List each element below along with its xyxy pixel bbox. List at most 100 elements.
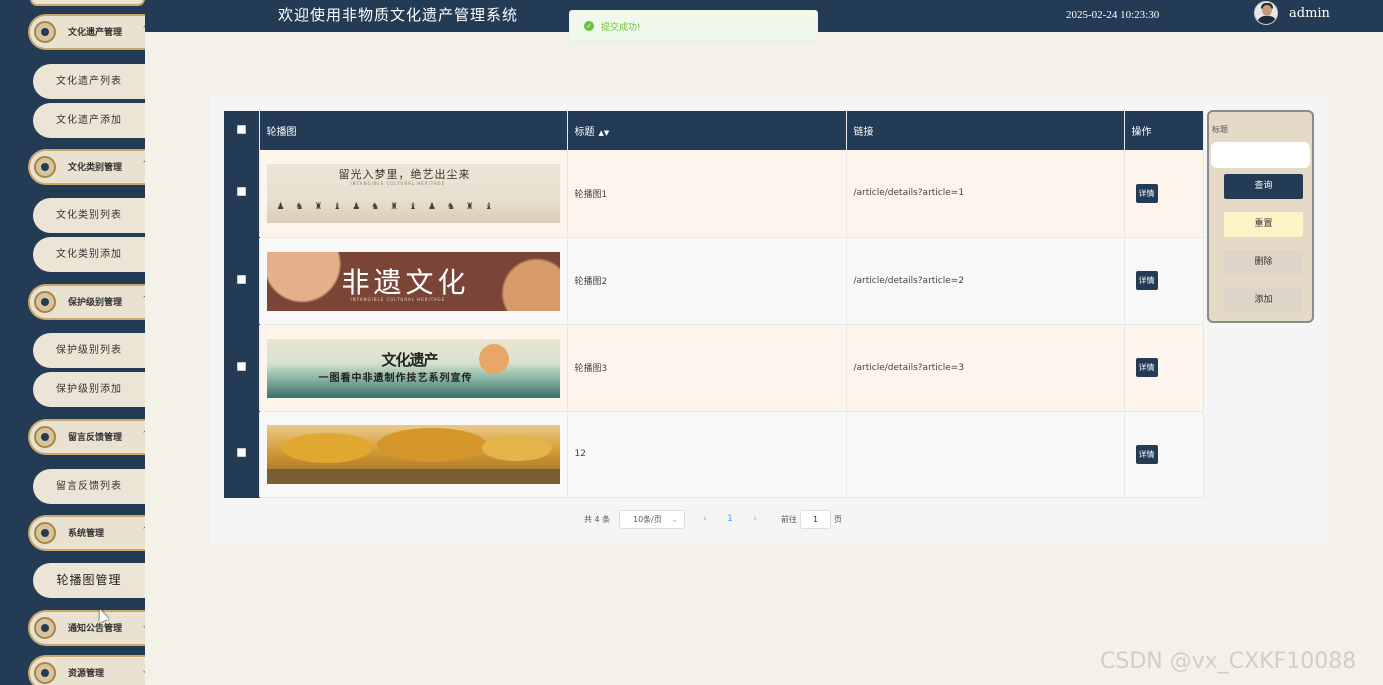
sidebar-group-notice[interactable]: 通知公告管理 ⌄ — [28, 610, 145, 646]
tree-shape — [481, 435, 552, 462]
link-cell: /article/details?article=2 — [846, 237, 1125, 325]
chevron-down-icon: ⌄ — [141, 666, 145, 676]
chevron-up-icon: ⌃ — [141, 430, 145, 440]
title-search-input[interactable] — [1211, 142, 1310, 168]
chevron-up-icon: ⌃ — [141, 25, 145, 35]
page-size-value: 10条/页 — [633, 515, 662, 524]
action-cell: 详情 — [1124, 150, 1204, 238]
chevron-down-icon: ⌄ — [141, 621, 145, 631]
search-label: 标题 — [1212, 125, 1228, 134]
pagination-total: 共 4 条 — [584, 515, 611, 524]
table-row: 文化遗产 一图看中非遗制作技艺系列宣传 轮播图3 /article/detail… — [224, 324, 1204, 412]
sidebar-item-protection-add[interactable]: 保护级别添加 — [33, 372, 145, 407]
title-cell: 轮播图3 — [567, 324, 847, 412]
chevron-up-icon: ⌃ — [141, 526, 145, 536]
sidebar-group-resource[interactable]: 资源管理 ⌄ — [28, 655, 145, 685]
row-checkbox[interactable] — [236, 448, 246, 458]
action-cell: 详情 — [1124, 237, 1204, 325]
sidebar-item-heritage-add[interactable]: 文化遗产添加 — [33, 103, 145, 138]
table-row: 12 详情 — [224, 411, 1204, 499]
sidebar-item-carousel[interactable]: 轮播图管理 — [33, 563, 145, 598]
banner-text: 留光入梦里，绝艺出尘来 — [338, 168, 471, 182]
chevron-down-icon: ⌄ — [671, 515, 678, 524]
banner-image: 非遗文化 INTANGIBLE CULTURAL HERITAGE — [266, 251, 560, 311]
title-cell: 轮播图1 — [567, 150, 847, 238]
sidebar: 文化遗产管理 ⌃ 文化遗产列表 文化遗产添加 文化类别管理 ⌃ 文化类别列表 文… — [0, 0, 145, 685]
page-title: 欢迎使用非物质文化遗产管理系统 — [278, 6, 519, 24]
banner-subtext: 一图看中非遗制作技艺系列宣传 — [318, 372, 473, 384]
sidebar-group-protection[interactable]: 保护级别管理 ⌃ — [28, 284, 145, 320]
cloud-ornament-icon — [34, 662, 56, 684]
page-size-select[interactable]: 10条/页 ⌄ — [619, 510, 685, 529]
watermark: CSDN @vx_CXKF10088 — [1100, 649, 1357, 674]
ground-shape — [266, 469, 560, 485]
header-username[interactable]: admin — [1289, 6, 1330, 21]
link-cell — [846, 411, 1125, 499]
tree-shape — [376, 428, 487, 463]
row-checkbox-cell[interactable] — [224, 324, 260, 412]
pagination-page-suffix: 页 — [834, 515, 842, 524]
header-datetime: 2025-02-24 10:23:30 — [1066, 9, 1160, 21]
row-checkbox[interactable] — [236, 187, 246, 197]
banner-subtext: INTANGIBLE CULTURAL HERITAGE — [350, 181, 446, 187]
sidebar-group-label: 文化类别管理 — [68, 163, 123, 173]
carousel-table: 轮播图 标题 ▲▼ 链接 操作 留光入梦里，绝艺出尘来 INTANGIBLE CU… — [224, 111, 1204, 499]
banner-subtext: INTANGIBLE CULTURAL HERITAGE — [350, 296, 446, 302]
cloud-ornament-icon — [34, 21, 56, 43]
sidebar-scroll-fragment — [30, 0, 145, 6]
cloud-ornament-icon — [34, 156, 56, 178]
next-page-button[interactable]: › — [745, 510, 765, 529]
page-number-current[interactable]: 1 — [717, 510, 743, 529]
action-cell: 详情 — [1124, 411, 1204, 499]
avatar[interactable] — [1254, 1, 1278, 25]
sidebar-group-system[interactable]: 系统管理 ⌃ — [28, 515, 145, 551]
pagination-goto-label: 前往 — [781, 515, 797, 524]
detail-button[interactable]: 详情 — [1135, 271, 1158, 291]
sidebar-group-heritage[interactable]: 文化遗产管理 ⌃ — [28, 14, 145, 50]
cloud-ornament-icon — [34, 426, 56, 448]
sun-icon — [478, 343, 509, 374]
sidebar-group-label: 文化遗产管理 — [68, 28, 123, 38]
chevron-left-icon: ‹ — [703, 514, 707, 524]
cloud-ornament-icon — [34, 291, 56, 313]
sidebar-group-label: 保护级别管理 — [68, 298, 123, 308]
row-checkbox-cell[interactable] — [224, 150, 260, 238]
row-checkbox[interactable] — [236, 274, 246, 284]
row-checkbox[interactable] — [236, 361, 246, 371]
detail-button[interactable]: 详情 — [1135, 183, 1158, 203]
sidebar-item-feedback-list[interactable]: 留言反馈列表 — [33, 469, 145, 504]
title-cell: 12 — [567, 411, 847, 499]
row-checkbox-cell[interactable] — [224, 411, 260, 499]
toast-message: 提交成功! — [601, 23, 641, 33]
sidebar-item-category-add[interactable]: 文化类别添加 — [33, 237, 145, 272]
row-checkbox-cell[interactable] — [224, 237, 260, 325]
success-toast: ✓ 提交成功! — [569, 10, 818, 41]
goto-page-input[interactable]: 1 — [800, 510, 831, 529]
chevron-right-icon: › — [753, 514, 757, 524]
column-header-action: 操作 — [1124, 111, 1204, 150]
detail-button[interactable]: 详情 — [1135, 444, 1158, 464]
sidebar-item-category-list[interactable]: 文化类别列表 — [33, 198, 145, 233]
table-header-row: 轮播图 标题 ▲▼ 链接 操作 — [224, 111, 1204, 150]
sidebar-group-label: 留言反馈管理 — [68, 433, 123, 443]
detail-button[interactable]: 详情 — [1135, 358, 1158, 378]
tree-shape — [281, 433, 372, 464]
link-cell: /article/details?article=1 — [846, 150, 1125, 238]
avatar-head — [1262, 5, 1272, 16]
sidebar-group-feedback[interactable]: 留言反馈管理 ⌃ — [28, 419, 145, 455]
add-button[interactable]: 添加 — [1224, 288, 1303, 313]
title-cell: 轮播图2 — [567, 237, 847, 325]
delete-button[interactable]: 删除 — [1224, 250, 1303, 275]
reset-button[interactable]: 重置 — [1224, 212, 1303, 237]
column-header-title[interactable]: 标题 ▲▼ — [567, 111, 847, 150]
sidebar-item-heritage-list[interactable]: 文化遗产列表 — [33, 64, 145, 99]
cloud-ornament-icon — [34, 522, 56, 544]
sort-icon[interactable]: ▲▼ — [599, 129, 610, 137]
select-all-checkbox-cell[interactable] — [224, 111, 260, 150]
select-all-checkbox[interactable] — [236, 124, 246, 134]
banner-image: 文化遗产 一图看中非遗制作技艺系列宣传 — [266, 338, 560, 398]
query-button[interactable]: 查询 — [1224, 174, 1303, 199]
prev-page-button[interactable]: ‹ — [695, 510, 715, 529]
sidebar-group-category[interactable]: 文化类别管理 ⌃ — [28, 149, 145, 185]
sidebar-item-protection-list[interactable]: 保护级别列表 — [33, 333, 145, 368]
